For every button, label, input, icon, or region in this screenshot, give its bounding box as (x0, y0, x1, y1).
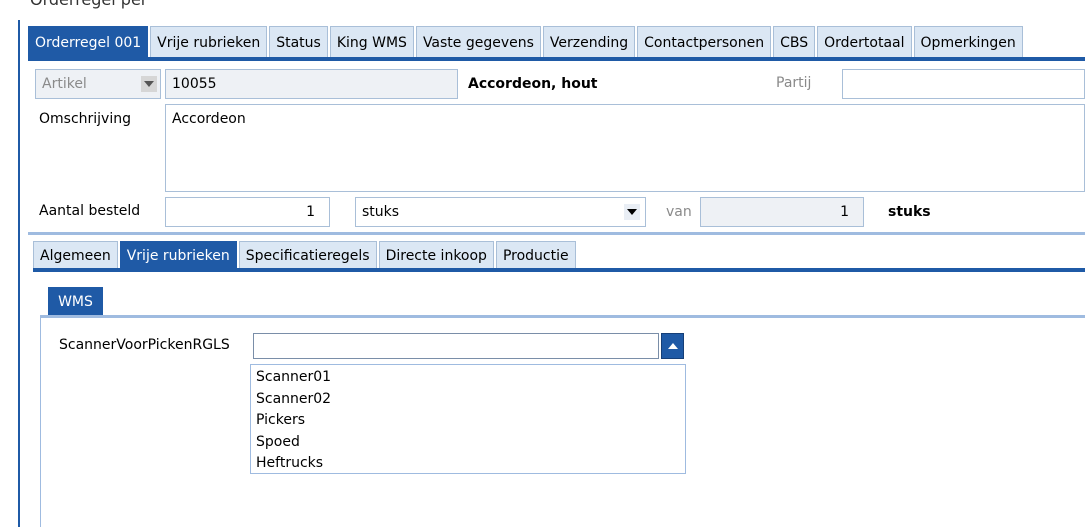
dropdown-option[interactable]: Scanner01 (256, 367, 680, 389)
aantal-label: Aantal besteld (39, 203, 141, 219)
van-unit: stuks (888, 204, 931, 220)
chevron-up-icon (667, 343, 678, 349)
unit-value: stuks (362, 204, 400, 220)
tab-vaste-gegevens[interactable]: Vaste gegevens (415, 26, 541, 58)
scanner-combo-input[interactable] (253, 333, 659, 359)
tab-cbs[interactable]: CBS (773, 26, 816, 58)
scanner-label: ScannerVoorPickenRGLS (59, 337, 230, 353)
scanner-dropdown-list: Scanner01 Scanner02 Pickers Spoed Heftru… (250, 364, 686, 474)
tab-vrije-rubrieken-lower[interactable]: Vrije rubrieken (119, 241, 237, 270)
van-label: van (666, 204, 692, 220)
partij-field[interactable] (842, 69, 1085, 99)
header-fragment: Orderregel per (30, 0, 360, 10)
aantal-field[interactable]: 1 (165, 197, 330, 227)
van-value: 1 (840, 204, 849, 220)
tab-king-wms[interactable]: King WMS (329, 26, 414, 58)
tab-contactpersonen[interactable]: Contactpersonen (637, 26, 772, 58)
chevron-down-icon (624, 204, 640, 220)
tab-productie[interactable]: Productie (495, 241, 576, 270)
top-tab-bar: Orderregel 001 Vrije rubrieken Status Ki… (28, 26, 1025, 58)
unit-select[interactable]: stuks (355, 197, 646, 227)
artikel-code-field[interactable]: 10055 (165, 69, 458, 99)
tab-orderregel[interactable]: Orderregel 001 (28, 26, 149, 58)
tab-algemeen[interactable]: Algemeen (33, 241, 118, 270)
aantal-value: 1 (306, 204, 315, 220)
artikel-description: Accordeon, hout (468, 76, 598, 92)
tab-vrije-rubrieken[interactable]: Vrije rubrieken (150, 26, 268, 58)
chevron-down-icon (141, 76, 157, 92)
artikel-type-select[interactable]: Artikel (35, 69, 161, 99)
tab-specificatieregels[interactable]: Specificatieregels (238, 241, 377, 270)
dropdown-option[interactable]: Spoed (256, 432, 680, 454)
dropdown-option[interactable]: Pickers (256, 410, 680, 432)
dropdown-option[interactable]: Scanner02 (256, 389, 680, 411)
omschrijving-value: Accordeon (172, 111, 246, 127)
van-field: 1 (700, 197, 864, 227)
scanner-dropdown-button[interactable] (661, 333, 684, 359)
omschrijving-textarea[interactable]: Accordeon (165, 104, 1085, 192)
omschrijving-label: Omschrijving (39, 111, 131, 127)
lower-tab-bar: Algemeen Vrije rubrieken Specificatiereg… (33, 240, 578, 270)
tab-status[interactable]: Status (269, 26, 328, 58)
tab-verzending[interactable]: Verzending (542, 26, 636, 58)
top-tab-underline (28, 57, 1085, 61)
artikel-label: Artikel (42, 76, 87, 92)
section-divider (28, 232, 1085, 235)
tab-ordertotaal[interactable]: Ordertotaal (817, 26, 912, 58)
lower-tab-underline (33, 268, 1085, 272)
dropdown-option[interactable]: Heftrucks (256, 453, 680, 475)
partij-label: Partij (776, 75, 812, 91)
tab-directe-inkoop[interactable]: Directe inkoop (378, 241, 494, 270)
artikel-code-value: 10055 (172, 76, 217, 92)
tab-opmerkingen[interactable]: Opmerkingen (913, 26, 1023, 58)
tab-wms[interactable]: WMS (48, 287, 103, 317)
